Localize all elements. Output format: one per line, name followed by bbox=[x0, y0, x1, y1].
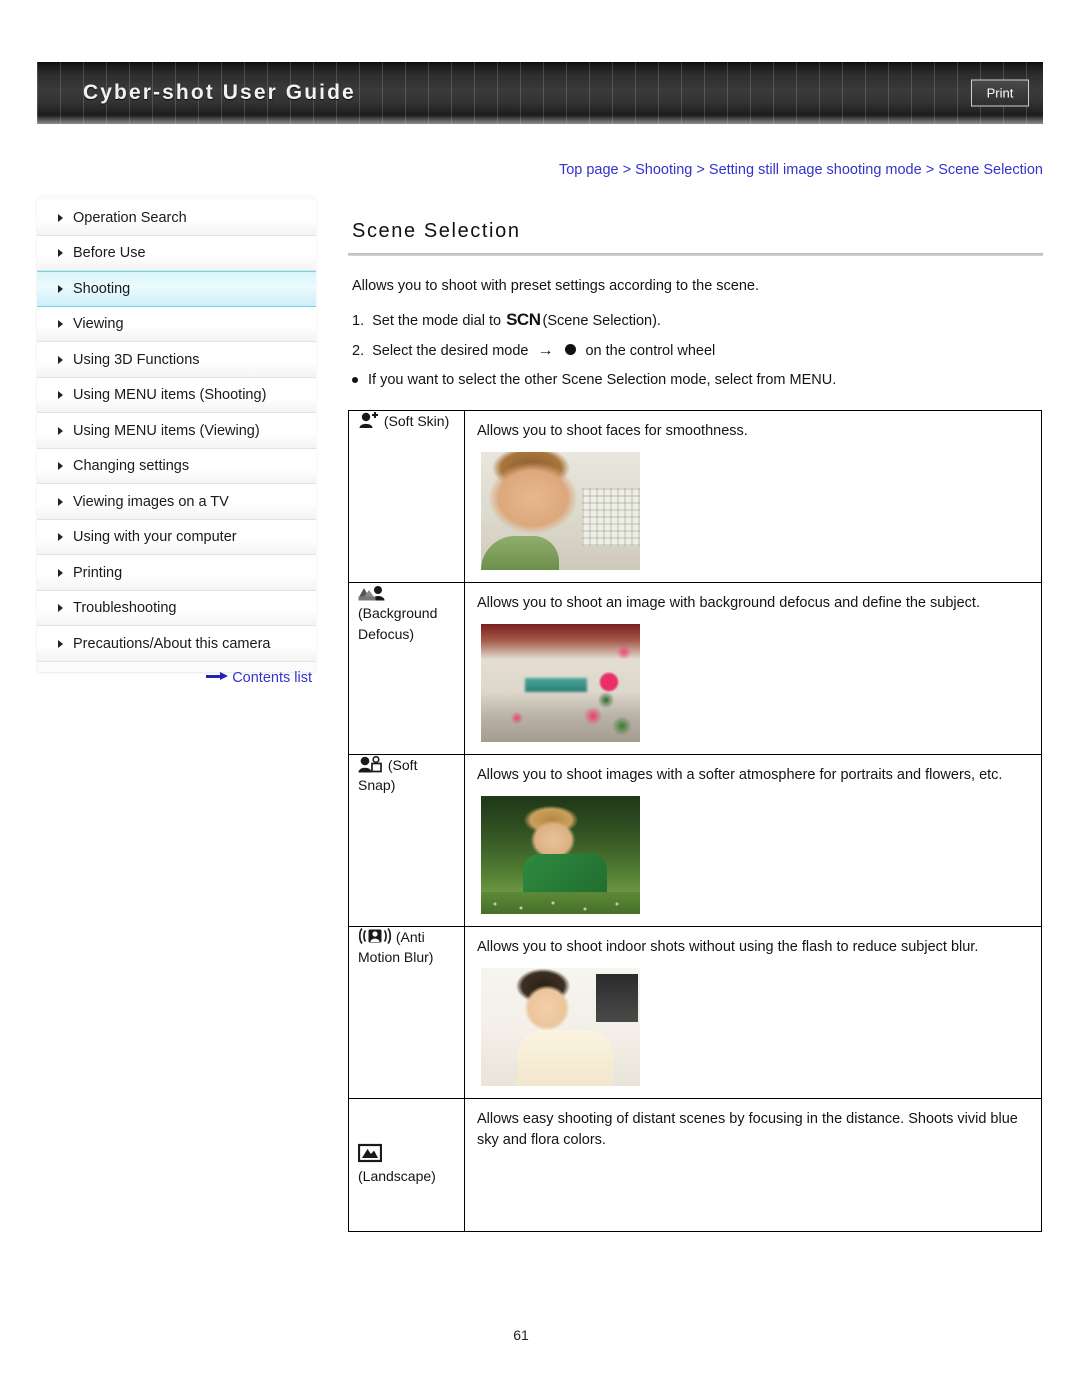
sidebar-item-label: Printing bbox=[73, 564, 123, 581]
step-2: 2. Select the desired mode → on the cont… bbox=[348, 342, 1043, 360]
sidebar-navigation: Operation Search Before Use Shooting Vie… bbox=[37, 194, 316, 672]
sidebar-item-troubleshooting[interactable]: Troubleshooting bbox=[37, 590, 316, 626]
step-1-text-before: Set the mode dial to bbox=[372, 313, 502, 329]
triangle-bullet-icon bbox=[58, 213, 63, 222]
mode-cell-soft-skin: (Soft Skin) bbox=[348, 409, 465, 584]
title-divider bbox=[348, 253, 1043, 256]
sidebar-item-using-menu-items-viewing[interactable]: Using MENU items (Viewing) bbox=[37, 413, 316, 449]
mode-label: (Landscape) bbox=[358, 1168, 436, 1185]
triangle-bullet-icon bbox=[58, 355, 63, 364]
step-1-text-after: (Scene Selection). bbox=[542, 313, 661, 329]
soft-skin-icon bbox=[359, 412, 378, 428]
mode-cell-anti-motion-blur: (Anti Motion Blur) bbox=[348, 926, 465, 1100]
contents-list-label: Contents list bbox=[232, 670, 312, 686]
page-title: Scene Selection bbox=[352, 220, 521, 242]
step-1: 1. Set the mode dial to SCN (Scene Selec… bbox=[348, 310, 1043, 330]
page-number: 61 bbox=[513, 1327, 529, 1343]
mode-cell-soft-snap: (Soft Snap) bbox=[348, 754, 465, 928]
description-cell-landscape: Allows easy shooting of distant scenes b… bbox=[464, 1098, 1042, 1233]
mode-description: Allows easy shooting of distant scenes b… bbox=[477, 1111, 1018, 1149]
sidebar-item-before-use[interactable]: Before Use bbox=[37, 235, 316, 271]
soft-skin-sample-photo bbox=[481, 452, 640, 571]
sidebar-item-label: Using 3D Functions bbox=[73, 351, 200, 368]
sidebar-item-label: Operation Search bbox=[73, 209, 187, 226]
step-1-number: 1. bbox=[352, 313, 365, 329]
anti-motion-blur-sample-photo bbox=[481, 968, 640, 1087]
table-row: (Soft Skin) Allows you to shoot faces fo… bbox=[348, 409, 1042, 584]
sidebar-item-label: Viewing bbox=[73, 316, 124, 333]
triangle-bullet-icon bbox=[58, 639, 63, 648]
note-line: If you want to select the other Scene Se… bbox=[348, 372, 1043, 388]
sidebar-item-viewing[interactable]: Viewing bbox=[37, 306, 316, 342]
sidebar-item-precautions-about-this-camera[interactable]: Precautions/About this camera bbox=[37, 626, 316, 662]
description-cell-soft-skin: Allows you to shoot faces for smoothness… bbox=[464, 409, 1042, 584]
triangle-bullet-icon bbox=[58, 284, 63, 293]
sidebar-item-label: Troubleshooting bbox=[73, 600, 177, 617]
mode-description: Allows you to shoot images with a softer… bbox=[477, 767, 1003, 784]
step-2-text-before: Select the desired mode bbox=[372, 343, 529, 359]
scene-mode-table: (Soft Skin) Allows you to shoot faces fo… bbox=[348, 409, 1042, 1233]
mode-description: Allows you to shoot indoor shots without… bbox=[477, 939, 979, 956]
note-text: If you want to select the other Scene Se… bbox=[368, 372, 837, 388]
background-defocus-sample-photo bbox=[481, 624, 640, 743]
bullet-dot-icon bbox=[352, 377, 358, 383]
mode-cell-landscape: (Landscape) bbox=[348, 1098, 465, 1233]
mode-description: Allows you to shoot an image with backgr… bbox=[477, 595, 980, 612]
sidebar-item-operation-search[interactable]: Operation Search bbox=[37, 200, 316, 236]
contents-list-link[interactable]: Contents list bbox=[37, 670, 316, 686]
landscape-icon bbox=[358, 1144, 382, 1163]
intro-text: Allows you to shoot with preset settings… bbox=[352, 278, 760, 294]
sidebar-item-changing-settings[interactable]: Changing settings bbox=[37, 448, 316, 484]
mode-description: Allows you to shoot faces for smoothness… bbox=[477, 423, 748, 439]
mode-label: (Soft Skin) bbox=[383, 413, 450, 429]
triangle-bullet-icon bbox=[58, 391, 63, 400]
mode-cell-background-defocus: (Background Defocus) bbox=[348, 582, 465, 756]
description-cell-background-defocus: Allows you to shoot an image with backgr… bbox=[464, 582, 1042, 756]
center-button-icon bbox=[565, 344, 577, 355]
triangle-bullet-icon bbox=[58, 568, 63, 577]
scn-mode-icon: SCN bbox=[506, 310, 541, 329]
sidebar-item-label: Shooting bbox=[73, 280, 131, 297]
sidebar-item-label: Precautions/About this camera bbox=[73, 635, 271, 652]
triangle-bullet-icon bbox=[58, 249, 63, 258]
sidebar-item-label: Using MENU items (Shooting) bbox=[73, 387, 267, 404]
sidebar-item-label: Viewing images on a TV bbox=[73, 493, 229, 510]
description-cell-soft-snap: Allows you to shoot images with a softer… bbox=[464, 754, 1042, 928]
sidebar-item-shooting[interactable]: Shooting bbox=[37, 271, 316, 307]
sidebar-item-viewing-images-on-a-tv[interactable]: Viewing images on a TV bbox=[37, 484, 316, 520]
print-button[interactable]: Print bbox=[971, 79, 1029, 107]
triangle-bullet-icon bbox=[58, 497, 63, 506]
sidebar-item-using-menu-items-shooting[interactable]: Using MENU items (Shooting) bbox=[37, 377, 316, 413]
sidebar-item-label: Using with your computer bbox=[73, 529, 237, 546]
step-2-number: 2. bbox=[352, 343, 365, 359]
sidebar-item-printing[interactable]: Printing bbox=[37, 555, 316, 591]
table-row: (Landscape) Allows easy shooting of dist… bbox=[348, 1098, 1042, 1233]
sidebar-item-label: Changing settings bbox=[73, 458, 190, 475]
table-row: (Anti Motion Blur) Allows you to shoot i… bbox=[348, 926, 1042, 1100]
app-header: Cyber-shot User Guide Print bbox=[37, 62, 1043, 124]
app-title: Cyber-shot User Guide bbox=[83, 81, 356, 104]
table-row: (Background Defocus) Allows you to shoot… bbox=[348, 582, 1042, 756]
arrow-right-icon: → bbox=[537, 342, 554, 359]
triangle-bullet-icon bbox=[58, 533, 63, 542]
description-cell-anti-motion-blur: Allows you to shoot indoor shots without… bbox=[464, 926, 1042, 1100]
sidebar-item-using-3d-functions[interactable]: Using 3D Functions bbox=[37, 342, 316, 378]
soft-snap-icon bbox=[358, 755, 382, 773]
breadcrumb[interactable]: Top page > Shooting > Setting still imag… bbox=[0, 162, 1043, 178]
mode-label: (Background Defocus) bbox=[358, 605, 438, 642]
sidebar-item-using-with-your-computer[interactable]: Using with your computer bbox=[37, 519, 316, 555]
sidebar-item-label: Using MENU items (Viewing) bbox=[73, 422, 260, 439]
background-defocus-icon bbox=[358, 586, 385, 601]
triangle-bullet-icon bbox=[58, 426, 63, 435]
table-row: (Soft Snap) Allows you to shoot images w… bbox=[348, 754, 1042, 928]
arrow-right-icon bbox=[206, 672, 229, 681]
soft-snap-sample-photo bbox=[481, 796, 640, 915]
triangle-bullet-icon bbox=[58, 320, 63, 329]
sidebar-item-label: Before Use bbox=[73, 245, 146, 262]
triangle-bullet-icon bbox=[58, 462, 63, 471]
step-2-text-after: on the control wheel bbox=[585, 343, 716, 359]
anti-motion-blur-icon bbox=[358, 927, 392, 945]
triangle-bullet-icon bbox=[58, 604, 63, 613]
main-content: Scene Selection Allows you to shoot with… bbox=[348, 194, 1043, 1233]
